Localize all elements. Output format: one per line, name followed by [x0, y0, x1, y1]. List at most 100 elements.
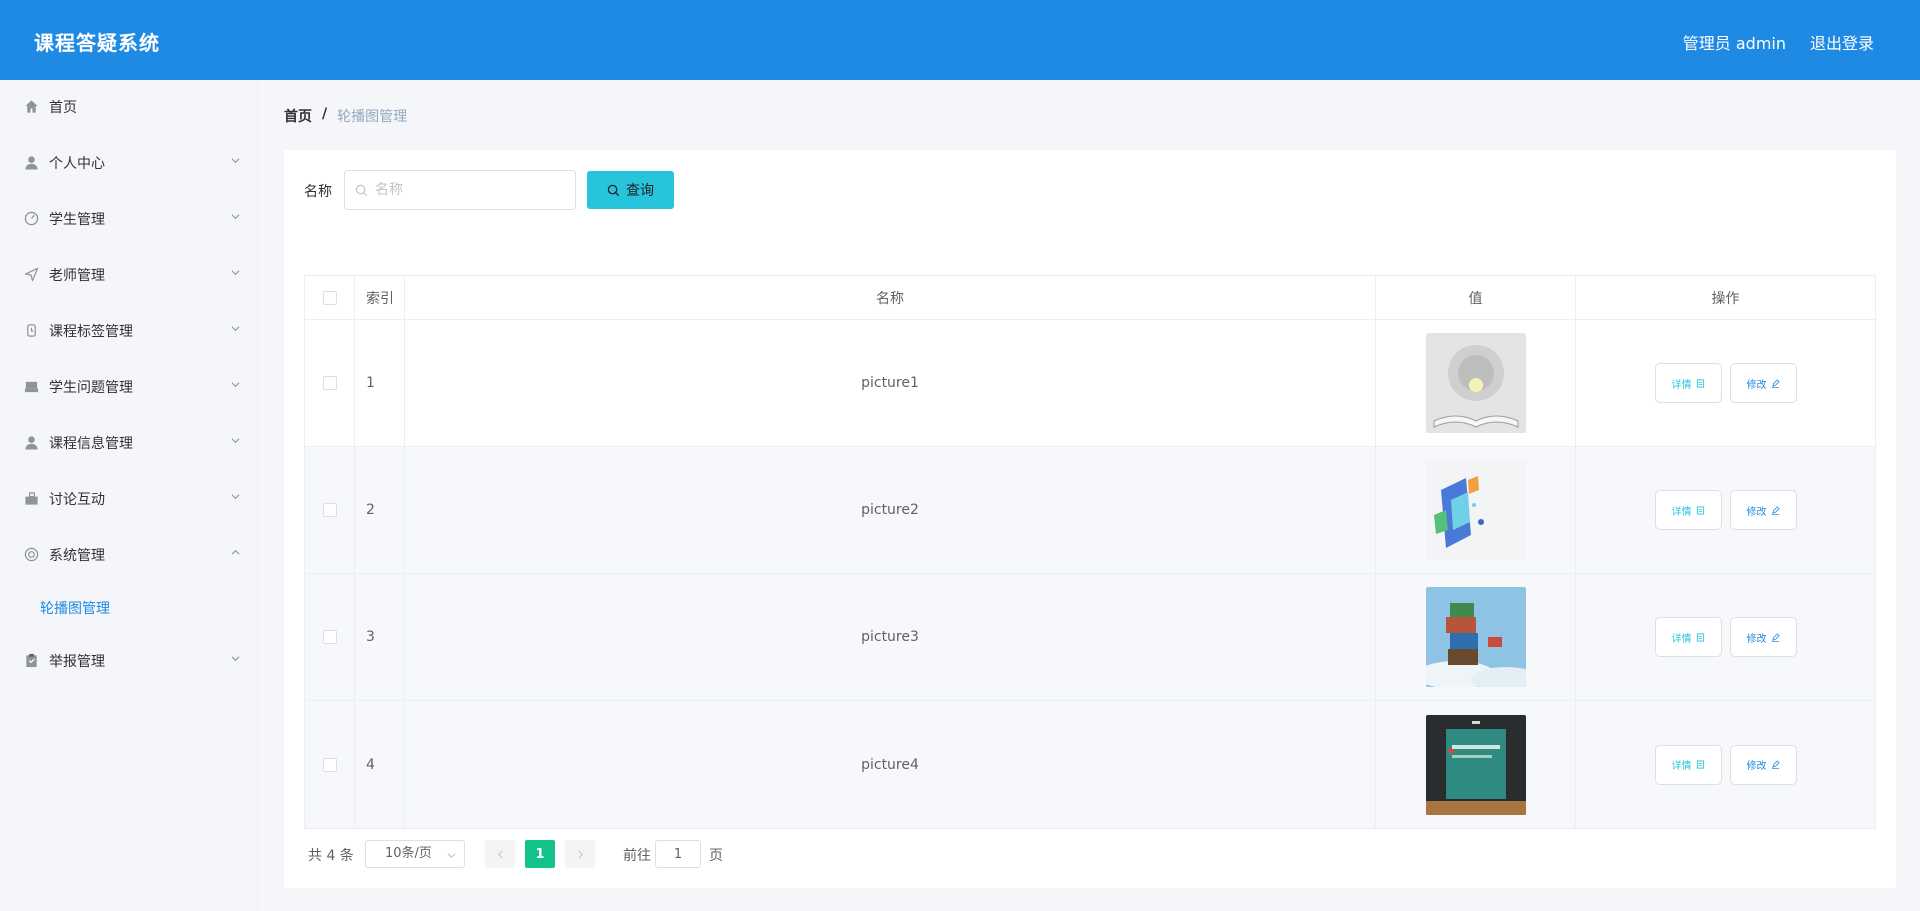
- briefcase-icon: [25, 492, 38, 505]
- home-icon: [25, 100, 38, 113]
- breadcrumb: 首页 / 轮播图管理: [284, 106, 407, 126]
- sidebar-item-label: 课程信息管理: [49, 436, 133, 452]
- top-header: 课程答疑系统 管理员 admin 退出登录: [0, 0, 1920, 80]
- table-row: 4 picture4 详情 修改: [305, 701, 1875, 828]
- search-label: 名称: [304, 184, 332, 200]
- prev-page-button[interactable]: [485, 840, 515, 868]
- row-checkbox[interactable]: [322, 503, 337, 517]
- edit-button[interactable]: 修改: [1729, 744, 1797, 785]
- select-all-checkbox[interactable]: [322, 290, 337, 305]
- header-actions: 操作: [1711, 290, 1740, 307]
- row-check-cell: [305, 701, 355, 828]
- sidebar-item-label: 讨论互动: [49, 492, 105, 508]
- clipboard-icon: [26, 653, 37, 668]
- header-name: 名称: [405, 276, 1376, 319]
- sidebar-item-teacher-management[interactable]: 老师管理: [0, 254, 258, 294]
- row-check-cell: [305, 320, 355, 446]
- sidebar-item-label: 首页: [49, 100, 77, 116]
- detail-button[interactable]: 详情: [1654, 617, 1722, 657]
- sidebar-item-course-info-management[interactable]: 课程信息管理: [0, 422, 258, 462]
- sidebar-item-label: 个人中心: [49, 156, 105, 172]
- chevron-down-icon: [231, 382, 240, 388]
- logout-button[interactable]: 退出登录: [1810, 30, 1874, 54]
- paper-plane-icon: [24, 267, 39, 282]
- edit-button-label: 修改: [1746, 761, 1767, 772]
- table-header-row: 索引 名称 值 操作: [305, 276, 1875, 320]
- search-icon: [607, 184, 620, 196]
- table-row: 2 picture2 详情 修改: [305, 447, 1875, 574]
- row-check-cell: [305, 574, 355, 700]
- next-page-button[interactable]: [565, 840, 595, 868]
- row-value-cell: [1376, 701, 1576, 828]
- chevron-down-icon: [231, 214, 240, 220]
- carousel-thumbnail-image: [1425, 714, 1526, 815]
- row-index: 1: [355, 320, 405, 446]
- row-name: picture1: [405, 320, 1376, 446]
- chevron-down-icon: [231, 326, 240, 332]
- carousel-thumbnail-image: [1425, 333, 1526, 433]
- search-field[interactable]: [344, 170, 576, 210]
- row-index: 4: [355, 701, 405, 828]
- chevron-down-icon: [231, 158, 240, 164]
- sidebar-item-system-management[interactable]: 系统管理: [0, 534, 258, 574]
- query-button-label: 查询: [626, 183, 654, 199]
- table-row: 1 picture1 详情 修改: [305, 320, 1875, 447]
- sidebar-item-label: 老师管理: [49, 268, 105, 284]
- row-index: 2: [355, 447, 405, 573]
- goto-page-input[interactable]: [655, 840, 701, 868]
- page-size-select[interactable]: 10条/页: [365, 840, 465, 868]
- query-button[interactable]: 查询: [587, 171, 674, 209]
- pagination: 共 4 条 10条/页 1 前往 页: [308, 840, 908, 868]
- row-checkbox[interactable]: [322, 757, 337, 772]
- header-value: 值: [1376, 276, 1576, 319]
- row-actions: 详情 修改: [1576, 574, 1875, 700]
- lifebuoy-icon: [24, 547, 39, 562]
- sidebar: 首页 个人中心 学生管理 老师管理 课程标签管理 学生问题管理 课程信息管理 讨…: [0, 80, 258, 911]
- sidebar-item-student-question-management[interactable]: 学生问题管理: [0, 366, 258, 406]
- detail-button[interactable]: 详情: [1654, 744, 1722, 785]
- dashboard-icon: [24, 211, 39, 226]
- row-value-cell: [1376, 320, 1576, 446]
- row-index: 3: [355, 574, 405, 700]
- edit-button[interactable]: 修改: [1729, 617, 1797, 657]
- page-number-button[interactable]: 1: [525, 840, 555, 868]
- row-value-cell: [1376, 574, 1576, 700]
- sidebar-item-report-management[interactable]: 举报管理: [0, 640, 258, 680]
- breadcrumb-home[interactable]: 首页: [284, 106, 312, 126]
- row-value-cell: [1376, 447, 1576, 573]
- row-actions: 详情 修改: [1576, 320, 1875, 446]
- detail-button-label: 详情: [1671, 633, 1692, 645]
- sidebar-item-personal-center[interactable]: 个人中心: [0, 142, 258, 182]
- row-checkbox[interactable]: [322, 630, 337, 644]
- user-icon: [25, 436, 38, 450]
- row-actions: 详情 修改: [1576, 447, 1875, 573]
- sidebar-subitem-carousel-management[interactable]: 轮播图管理: [40, 598, 110, 618]
- header-index: 索引: [355, 276, 405, 319]
- chevron-left-icon: [497, 850, 503, 858]
- row-name: picture2: [405, 447, 1376, 573]
- edit-button-label: 修改: [1746, 633, 1767, 645]
- edit-icon: [1771, 378, 1780, 388]
- search-input[interactable]: [375, 180, 565, 200]
- pagination-total: 共 4 条: [308, 848, 354, 864]
- page-size-value: 10条/页: [385, 846, 432, 861]
- sidebar-item-label: 系统管理: [49, 548, 105, 564]
- detail-button-label: 详情: [1671, 761, 1692, 772]
- edit-icon: [1771, 505, 1780, 515]
- detail-button[interactable]: 详情: [1654, 490, 1722, 530]
- data-table: 索引 名称 值 操作 1 picture1 详情 修改 2 picture2 详…: [304, 275, 1876, 829]
- sidebar-item-course-tag-management[interactable]: 课程标签管理: [0, 310, 258, 350]
- detail-button[interactable]: 详情: [1654, 363, 1722, 403]
- chevron-down-icon: [447, 853, 456, 859]
- row-actions: 详情 修改: [1576, 701, 1875, 828]
- edit-button[interactable]: 修改: [1729, 363, 1797, 403]
- sidebar-item-label: 举报管理: [49, 654, 105, 670]
- edit-button[interactable]: 修改: [1729, 490, 1797, 530]
- row-name: picture3: [405, 574, 1376, 700]
- sidebar-item-student-management[interactable]: 学生管理: [0, 198, 258, 238]
- sidebar-item-home[interactable]: 首页: [0, 86, 258, 126]
- document-icon: [1696, 505, 1704, 515]
- row-checkbox[interactable]: [322, 376, 337, 390]
- sidebar-item-discussion[interactable]: 讨论互动: [0, 478, 258, 518]
- chevron-down-icon: [231, 656, 240, 662]
